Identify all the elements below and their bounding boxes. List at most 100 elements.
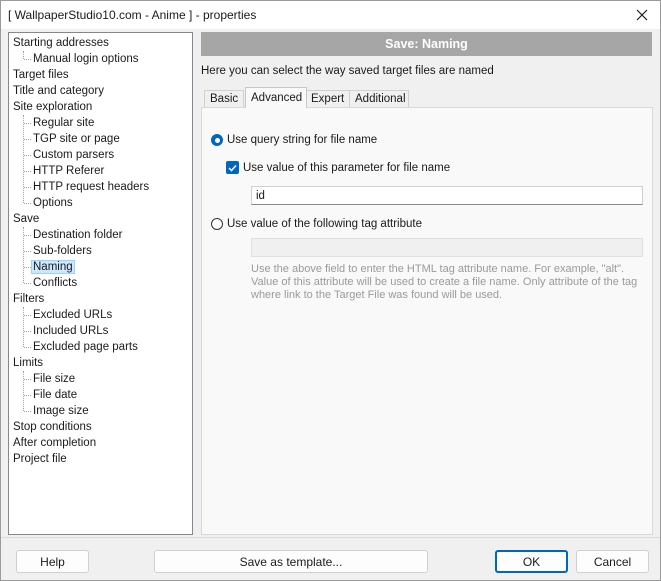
query-string-option[interactable]: Use query string for file name	[211, 134, 377, 146]
tree-item[interactable]: Target files	[13, 67, 69, 83]
tree-item[interactable]: TGP site or page	[32, 131, 121, 147]
tree-item-label: Filters	[13, 293, 45, 305]
tree-item[interactable]: Site exploration	[13, 99, 92, 115]
tree-item[interactable]: File size	[32, 371, 76, 387]
tree-item[interactable]: Destination folder	[32, 227, 124, 243]
tree-item-label: After completion	[13, 437, 97, 449]
tree-item-label: Options	[33, 197, 73, 209]
tree-item[interactable]: Excluded page parts	[32, 339, 139, 355]
tree-connector	[24, 331, 31, 332]
tag-attribute-hint: Use the above field to enter the HTML ta…	[251, 263, 638, 301]
param-checkbox-row[interactable]: Use value of this parameter for file nam…	[226, 161, 450, 174]
tree-connector	[23, 371, 24, 411]
tree-item[interactable]: Naming	[31, 259, 75, 275]
tree-item[interactable]: Starting addresses	[13, 35, 109, 51]
query-string-label: Use query string for file name	[227, 134, 378, 146]
tree-connector	[24, 395, 31, 396]
tree-item-label: Naming	[31, 260, 75, 274]
tab-basic[interactable]: Basic	[204, 90, 244, 108]
tree-connector	[23, 115, 24, 203]
tree-item-label: File size	[33, 373, 76, 385]
param-name-input[interactable]	[251, 186, 643, 205]
close-button[interactable]	[630, 3, 654, 27]
tab-advanced[interactable]: Advanced	[245, 87, 307, 108]
tree-item[interactable]: Sub-folders	[32, 243, 93, 259]
tree-item-label: File date	[33, 389, 78, 401]
tag-attribute-label: Use value of the following tag attribute	[227, 218, 422, 230]
tree-item-label: Target files	[13, 69, 69, 81]
tree-item[interactable]: Manual login options	[32, 51, 140, 67]
tree-item-label: TGP site or page	[33, 133, 120, 145]
tree-connector	[24, 203, 31, 204]
tree-item[interactable]: Custom parsers	[32, 147, 115, 163]
tree-item[interactable]: Save	[13, 211, 39, 227]
tree-connector	[24, 59, 31, 60]
tree-connector	[23, 307, 24, 347]
tree-item[interactable]: Stop conditions	[13, 419, 92, 435]
tree-item[interactable]: Regular site	[32, 115, 95, 131]
tree-connector	[24, 171, 31, 172]
tree-connector	[24, 283, 31, 284]
tree-connector	[24, 251, 31, 252]
cancel-button[interactable]: Cancel	[576, 550, 649, 573]
tree-item[interactable]: Conflicts	[32, 275, 78, 291]
tree-connector	[24, 267, 31, 268]
tree-item[interactable]: HTTP request headers	[32, 179, 150, 195]
tree-item-label: Stop conditions	[13, 421, 92, 433]
help-button[interactable]: Help	[16, 550, 89, 573]
tree-item-label: HTTP Referer	[33, 165, 105, 177]
tree-item-label: Manual login options	[33, 53, 139, 65]
radio-button-selected[interactable]	[211, 134, 223, 146]
tree-connector	[23, 51, 24, 59]
tree-connector	[24, 347, 31, 348]
tag-attribute-input[interactable]	[251, 238, 643, 257]
tree-connector	[24, 123, 31, 124]
settings-tree[interactable]: Starting addresses Manual login options Ta…	[8, 32, 193, 535]
tree-connector	[24, 235, 31, 236]
tab-expert[interactable]: Expert	[305, 90, 351, 108]
tree-connector	[24, 411, 31, 412]
tree-item[interactable]: Excluded URLs	[32, 307, 113, 323]
tree-item-label: Included URLs	[33, 325, 109, 337]
save-as-template-button[interactable]: Save as template...	[154, 550, 428, 573]
properties-dialog: [ WallpaperStudio10.com - Anime ] - prop…	[0, 0, 661, 581]
tree-item-label: Project file	[13, 453, 67, 465]
tree-item[interactable]: Options	[32, 195, 74, 211]
tree-item-label: Site exploration	[13, 101, 93, 113]
tree-item[interactable]: Included URLs	[32, 323, 109, 339]
tree-item[interactable]: Image size	[32, 403, 90, 419]
tree-item-label: Conflicts	[33, 277, 78, 289]
tree-item-label: Excluded page parts	[33, 341, 138, 353]
tree-item-label: Limits	[13, 357, 44, 369]
tree-item-label: Save	[13, 213, 40, 225]
tree-connector	[24, 379, 31, 380]
tree-item[interactable]: Filters	[13, 291, 44, 307]
tab-additional[interactable]: Additional	[349, 90, 409, 108]
tree-item-label: Starting addresses	[13, 37, 109, 49]
param-checkbox-label: Use value of this parameter for file nam…	[243, 161, 451, 174]
tree-connector	[23, 227, 24, 283]
tree-connector	[24, 139, 31, 140]
window-title: [ WallpaperStudio10.com - Anime ] - prop…	[8, 8, 257, 22]
tree-item-label: Excluded URLs	[33, 309, 113, 321]
close-icon	[636, 9, 648, 21]
tree-item[interactable]: File date	[32, 387, 78, 403]
tree-item-label: Title and category	[13, 85, 104, 97]
radio-button-unselected[interactable]	[211, 218, 223, 230]
tree-item-label: Sub-folders	[33, 245, 92, 257]
tree-item[interactable]: Limits	[13, 355, 43, 371]
tree-item[interactable]: Title and category	[13, 83, 104, 99]
tree-item[interactable]: Project file	[13, 451, 67, 467]
tree-item-label: Image size	[33, 405, 89, 417]
tree-item[interactable]: After completion	[13, 435, 96, 451]
tree-item-label: HTTP request headers	[33, 181, 150, 193]
param-checkbox[interactable]	[226, 161, 239, 174]
checkmark-icon	[228, 164, 237, 172]
tree-item[interactable]: HTTP Referer	[32, 163, 105, 179]
tree-connector	[24, 315, 31, 316]
tag-attribute-option[interactable]: Use value of the following tag attribute	[211, 218, 422, 230]
tree-item-label: Destination folder	[33, 229, 123, 241]
button-bar-separator	[1, 537, 660, 538]
ok-button[interactable]: OK	[495, 550, 568, 573]
tree-connector	[24, 155, 31, 156]
